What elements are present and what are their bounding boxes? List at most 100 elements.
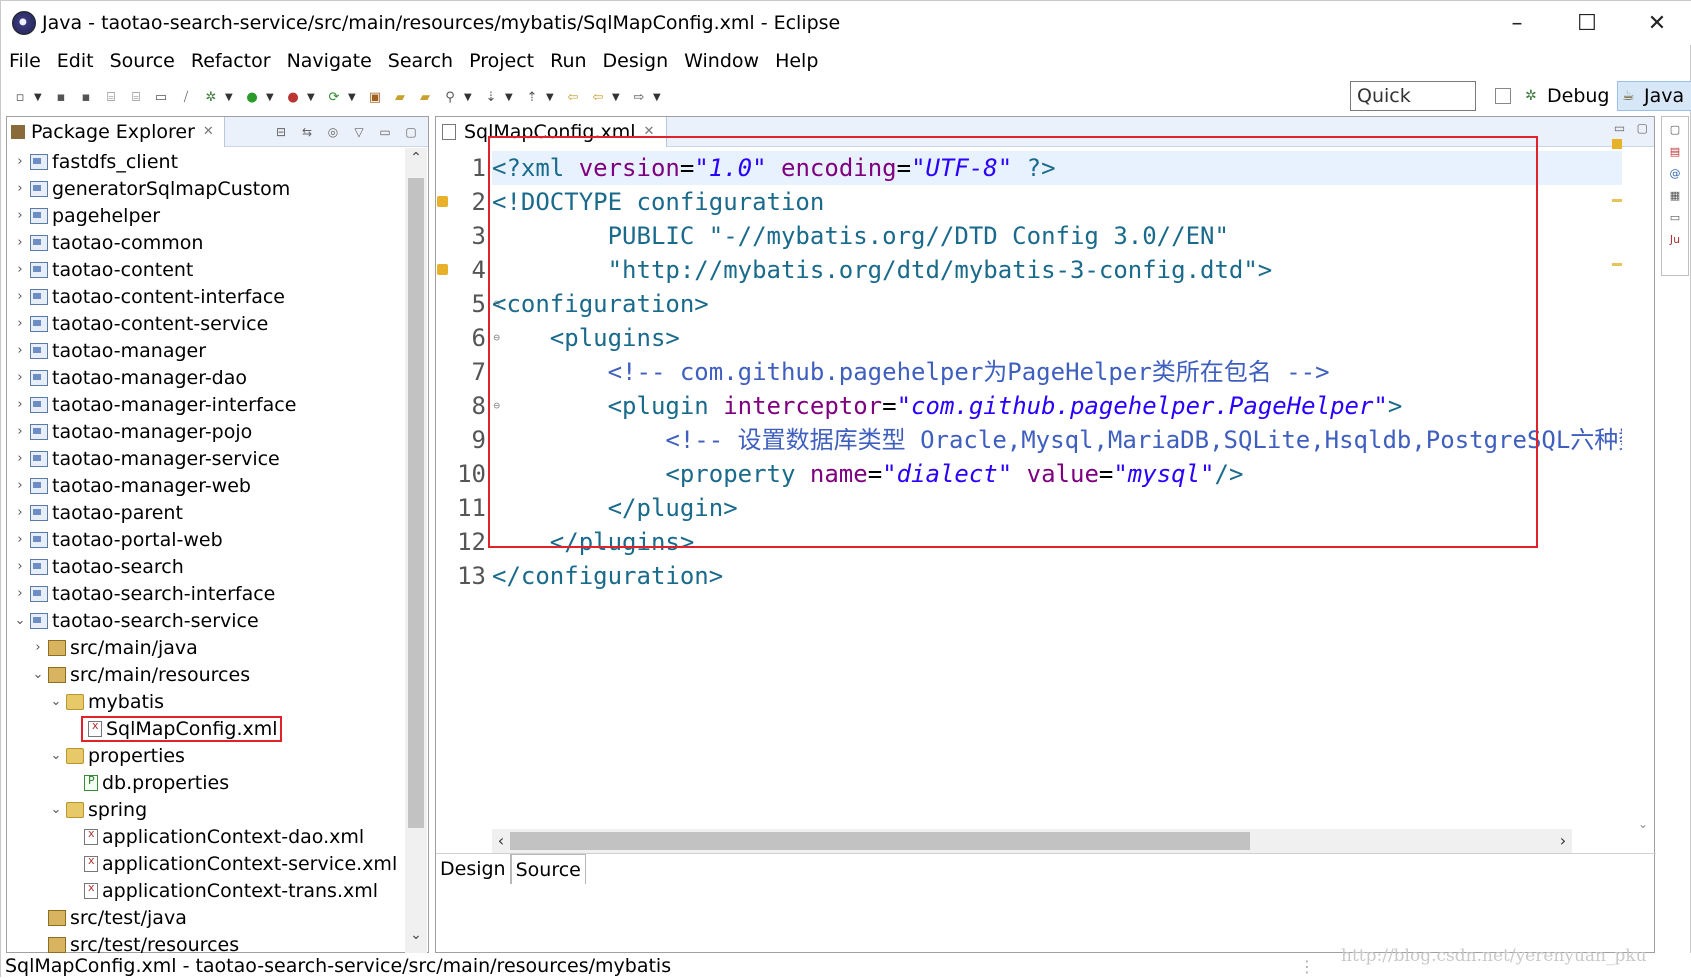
chevron-right-icon[interactable]: › [13, 235, 27, 250]
chevron-right-icon[interactable]: › [13, 505, 27, 520]
tree-item[interactable]: ⌄ spring [7, 796, 407, 823]
search-icon[interactable]: ⚲ [439, 86, 461, 108]
console-icon[interactable]: ▭ [1667, 211, 1683, 227]
tree-item[interactable]: ⌄ properties [7, 742, 407, 769]
overview-ruler[interactable] [1610, 139, 1624, 811]
package-explorer-scrollbar[interactable]: ⌃ ⌄ [405, 148, 427, 953]
tree-item[interactable]: › generatorSqlmapCustom [7, 175, 407, 202]
chevron-right-icon[interactable]: › [13, 289, 27, 304]
open-icon[interactable]: ▰ [414, 86, 436, 108]
code-line[interactable]: </configuration> [492, 559, 1622, 593]
chevron-down-icon[interactable]: ▼ [225, 92, 235, 103]
menu-edit[interactable]: Edit [57, 50, 94, 72]
code-line[interactable]: <plugin interceptor="com.github.pagehelp… [492, 389, 1622, 423]
new-package-icon[interactable]: ▣ [364, 86, 386, 108]
minimize-icon[interactable]: ▭ [376, 123, 394, 141]
code-line[interactable]: </plugin> [492, 491, 1622, 525]
menu-project[interactable]: Project [469, 50, 534, 72]
scroll-down-icon[interactable]: ⌄ [1634, 817, 1652, 831]
tree-item[interactable]: ⌄ mybatis [7, 688, 407, 715]
focus-icon[interactable]: ◎ [324, 123, 342, 141]
task-list-icon[interactable]: ▤ [1667, 145, 1683, 161]
tree-item[interactable]: › src/main/java [7, 634, 407, 661]
tree-item[interactable]: › taotao-manager-service [7, 445, 407, 472]
chevron-down-icon[interactable]: ▼ [505, 92, 515, 103]
save-all-icon[interactable]: ▪ [75, 86, 97, 108]
open-perspective-icon[interactable] [1495, 88, 1511, 104]
tree-item[interactable]: › taotao-manager-dao [7, 364, 407, 391]
menu-search[interactable]: Search [388, 50, 453, 72]
editor-horizontal-scrollbar[interactable]: ‹ › [492, 829, 1572, 853]
chevron-down-icon[interactable]: ▼ [307, 92, 317, 103]
chevron-right-icon[interactable]: › [13, 154, 27, 169]
menu-refactor[interactable]: Refactor [191, 50, 271, 72]
tree-item[interactable]: db.properties [7, 769, 407, 796]
maximize-button[interactable]: ☐ [1552, 1, 1622, 45]
tree-item[interactable]: › taotao-manager [7, 337, 407, 364]
chevron-right-icon[interactable]: › [13, 478, 27, 493]
chevron-down-icon[interactable]: ▼ [34, 92, 44, 103]
chevron-down-icon[interactable]: ▼ [612, 92, 622, 103]
collapse-all-icon[interactable]: ⊟ [272, 123, 290, 141]
back-icon[interactable]: ⇦ [587, 86, 609, 108]
code-line[interactable]: </plugins> [492, 525, 1622, 559]
tree-item[interactable]: › taotao-content-service [7, 310, 407, 337]
menu-file[interactable]: File [9, 50, 41, 72]
code-line[interactable]: <property name="dialect" value="mysql"/> [492, 457, 1622, 491]
restore-icon[interactable]: ▢ [1667, 123, 1683, 139]
code-line[interactable]: <!-- 设置数据库类型 Oracle,Mysql,MariaDB,SQLite… [492, 423, 1622, 457]
console-icon[interactable]: ▭ [150, 86, 172, 108]
chevron-right-icon[interactable]: › [13, 181, 27, 196]
prev-annotation-icon[interactable]: ⇡ [521, 86, 543, 108]
code-line[interactable]: <?xml version="1.0" encoding="UTF-8" ?> [492, 151, 1622, 185]
tree-item[interactable]: ⌄ src/main/resources [7, 661, 407, 688]
close-icon[interactable]: ✕ [644, 124, 655, 139]
run-icon[interactable]: ● [241, 86, 263, 108]
chevron-right-icon[interactable]: › [13, 532, 27, 547]
minimize-button[interactable]: – [1482, 1, 1552, 45]
chevron-down-icon[interactable]: ▼ [653, 92, 663, 103]
declaration-icon[interactable]: ▦ [1667, 189, 1683, 205]
tab-source[interactable]: Source [510, 853, 586, 884]
tree-item[interactable]: › taotao-search-interface [7, 580, 407, 607]
tree-item[interactable]: SqlMapConfig.xml [7, 715, 407, 742]
chevron-right-icon[interactable]: › [13, 316, 27, 331]
maximize-icon[interactable]: ▢ [1637, 121, 1648, 135]
tree-item[interactable]: › taotao-content [7, 256, 407, 283]
tree-item[interactable]: › fastdfs_client [7, 148, 407, 175]
close-button[interactable]: ✕ [1622, 1, 1691, 45]
tree-item[interactable]: › taotao-parent [7, 499, 407, 526]
next-annotation-icon[interactable]: ⇣ [480, 86, 502, 108]
link-with-editor-icon[interactable]: ⇆ [298, 123, 316, 141]
code-line[interactable]: <!-- com.github.pagehelper为PageHelper类所在… [492, 355, 1622, 389]
chevron-down-icon[interactable]: ▼ [464, 92, 474, 103]
chevron-right-icon[interactable]: › [13, 451, 27, 466]
external-tools-icon[interactable]: ⟳ [323, 86, 345, 108]
menu-window[interactable]: Window [684, 50, 759, 72]
tree-item[interactable]: › taotao-search [7, 553, 407, 580]
new-icon[interactable]: ▫ [9, 86, 31, 108]
chevron-right-icon[interactable]: › [13, 370, 27, 385]
tree-item[interactable]: › taotao-manager-interface [7, 391, 407, 418]
chevron-down-icon[interactable]: ⌄ [49, 802, 63, 817]
javadoc-icon[interactable]: @ [1667, 167, 1683, 183]
skip-breakpoints-icon[interactable]: ⧸ [175, 86, 197, 108]
tab-sqlmapconfig[interactable]: SqlMapConfig.xml ✕ [436, 116, 668, 147]
open-type-icon[interactable]: ⌸ [100, 86, 122, 108]
chevron-right-icon[interactable]: › [31, 640, 45, 655]
chevron-down-icon[interactable]: ⌄ [13, 613, 27, 628]
tree-item[interactable]: src/test/resources [7, 931, 407, 953]
perspective-debug-button[interactable]: ✲ Debug [1495, 81, 1609, 111]
chevron-right-icon[interactable]: › [13, 262, 27, 277]
coverage-icon[interactable]: ● [282, 86, 304, 108]
code-line[interactable]: PUBLIC "-//mybatis.org//DTD Config 3.0//… [492, 219, 1622, 253]
chevron-down-icon[interactable]: ⌄ [49, 694, 63, 709]
chevron-down-icon[interactable]: ▼ [546, 92, 556, 103]
scroll-right-icon[interactable]: › [1554, 829, 1572, 853]
code-line[interactable]: "http://mybatis.org/dtd/mybatis-3-config… [492, 253, 1622, 287]
open-task-icon[interactable]: ⌸ [125, 86, 147, 108]
view-menu-icon[interactable]: ▽ [350, 123, 368, 141]
scroll-up-icon[interactable]: ⌃ [405, 150, 427, 176]
chevron-down-icon[interactable]: ▼ [348, 92, 358, 103]
menu-help[interactable]: Help [775, 50, 818, 72]
